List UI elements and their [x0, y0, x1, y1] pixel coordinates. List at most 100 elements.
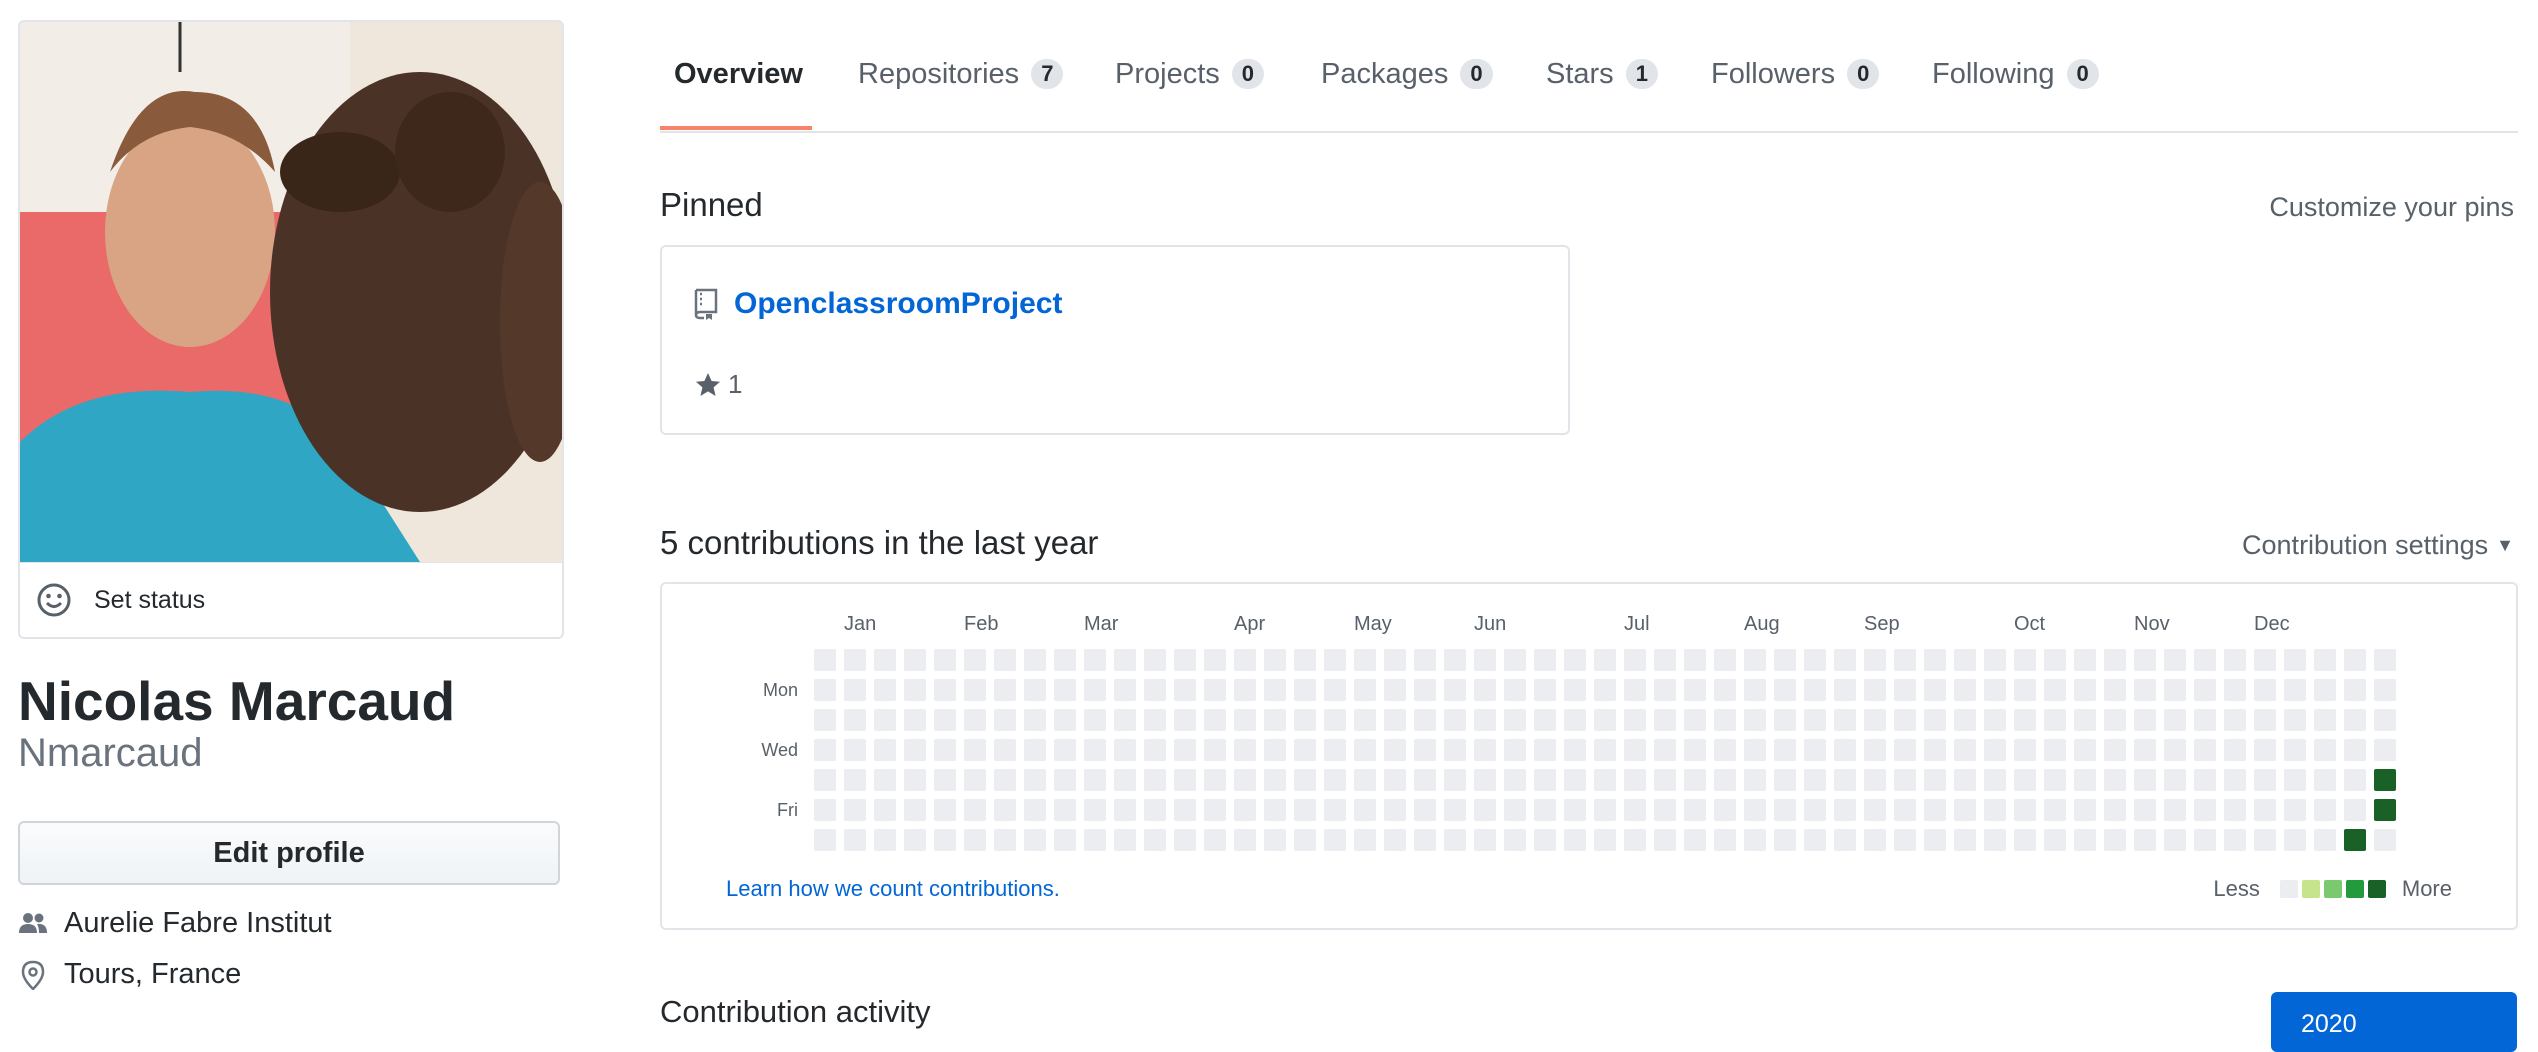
contribution-day[interactable]: [1294, 769, 1316, 791]
pinned-repo-stars[interactable]: 1: [694, 369, 742, 400]
contribution-day[interactable]: [1384, 739, 1406, 761]
set-status-button[interactable]: Set status: [20, 562, 562, 637]
contribution-day[interactable]: [1294, 799, 1316, 821]
contribution-day[interactable]: [1654, 739, 1676, 761]
contribution-day[interactable]: [2254, 709, 2276, 731]
contribution-day[interactable]: [1444, 829, 1466, 851]
contribution-day[interactable]: [1864, 829, 1886, 851]
contribution-day[interactable]: [1894, 709, 1916, 731]
contribution-day[interactable]: [1984, 709, 2006, 731]
contribution-day[interactable]: [2344, 649, 2366, 671]
contribution-day[interactable]: [2374, 739, 2396, 761]
contribution-day[interactable]: [844, 739, 866, 761]
contribution-day[interactable]: [1774, 829, 1796, 851]
edit-profile-button[interactable]: Edit profile: [18, 821, 560, 885]
contribution-day[interactable]: [2374, 679, 2396, 701]
contribution-day[interactable]: [1264, 799, 1286, 821]
contribution-day[interactable]: [1534, 709, 1556, 731]
contribution-day[interactable]: [904, 739, 926, 761]
contribution-day[interactable]: [994, 829, 1016, 851]
contribution-day[interactable]: [1864, 679, 1886, 701]
contribution-day[interactable]: [2074, 649, 2096, 671]
contribution-day-active[interactable]: [2374, 769, 2396, 791]
contribution-day[interactable]: [1234, 709, 1256, 731]
contribution-day[interactable]: [2014, 739, 2036, 761]
contribution-day[interactable]: [1744, 709, 1766, 731]
contribution-day[interactable]: [1504, 799, 1526, 821]
contribution-day[interactable]: [2104, 679, 2126, 701]
contribution-day[interactable]: [1234, 799, 1256, 821]
contribution-day[interactable]: [1324, 709, 1346, 731]
contribution-day[interactable]: [994, 799, 1016, 821]
contribution-day[interactable]: [1624, 709, 1646, 731]
contribution-day[interactable]: [2314, 649, 2336, 671]
contribution-day[interactable]: [1744, 769, 1766, 791]
contribution-day[interactable]: [1054, 799, 1076, 821]
contribution-day[interactable]: [1324, 679, 1346, 701]
contribution-day[interactable]: [874, 799, 896, 821]
contribution-day[interactable]: [1924, 649, 1946, 671]
contribution-day[interactable]: [1354, 679, 1376, 701]
contribution-day[interactable]: [2344, 769, 2366, 791]
contribution-day[interactable]: [1234, 769, 1256, 791]
contribution-day[interactable]: [1204, 679, 1226, 701]
contribution-day[interactable]: [2014, 649, 2036, 671]
contribution-day[interactable]: [2104, 799, 2126, 821]
tab-packages[interactable]: Packages 0: [1321, 54, 1493, 94]
contribution-day[interactable]: [874, 829, 896, 851]
tab-stars[interactable]: Stars 1: [1546, 54, 1658, 94]
contribution-day[interactable]: [2314, 829, 2336, 851]
contribution-day[interactable]: [1174, 709, 1196, 731]
contribution-day[interactable]: [1264, 829, 1286, 851]
contribution-day[interactable]: [1024, 799, 1046, 821]
contribution-day[interactable]: [1324, 799, 1346, 821]
contribution-day[interactable]: [2374, 829, 2396, 851]
contribution-day[interactable]: [2134, 649, 2156, 671]
contribution-day[interactable]: [844, 829, 866, 851]
contribution-day[interactable]: [2104, 649, 2126, 671]
contribution-day-active[interactable]: [2344, 829, 2366, 851]
contribution-day[interactable]: [1684, 709, 1706, 731]
contribution-day[interactable]: [1564, 709, 1586, 731]
contribution-day[interactable]: [2314, 739, 2336, 761]
contribution-day[interactable]: [1414, 709, 1436, 731]
contribution-day[interactable]: [2284, 829, 2306, 851]
contribution-day[interactable]: [1954, 769, 1976, 791]
contribution-day[interactable]: [1504, 709, 1526, 731]
contribution-day[interactable]: [1714, 739, 1736, 761]
contribution-day[interactable]: [2254, 739, 2276, 761]
contribution-day[interactable]: [1684, 679, 1706, 701]
contribution-day[interactable]: [1534, 769, 1556, 791]
contribution-day[interactable]: [1504, 769, 1526, 791]
contribution-day[interactable]: [964, 799, 986, 821]
contribution-day[interactable]: [1804, 769, 1826, 791]
contribution-day[interactable]: [2284, 709, 2306, 731]
tab-projects[interactable]: Projects 0: [1115, 54, 1265, 94]
contribution-day[interactable]: [1594, 679, 1616, 701]
contribution-day[interactable]: [934, 829, 956, 851]
contribution-day[interactable]: [1174, 739, 1196, 761]
contribution-day[interactable]: [874, 649, 896, 671]
contribution-day[interactable]: [2104, 739, 2126, 761]
contribution-day[interactable]: [1594, 829, 1616, 851]
contribution-day[interactable]: [1204, 649, 1226, 671]
contribution-day[interactable]: [1774, 739, 1796, 761]
contribution-day[interactable]: [994, 709, 1016, 731]
tab-overview[interactable]: Overview: [674, 54, 803, 94]
contribution-day[interactable]: [2014, 679, 2036, 701]
contribution-day[interactable]: [1924, 769, 1946, 791]
contribution-day[interactable]: [2314, 799, 2336, 821]
contribution-day[interactable]: [2284, 739, 2306, 761]
contribution-day[interactable]: [1144, 649, 1166, 671]
contribution-day[interactable]: [1594, 739, 1616, 761]
contribution-day[interactable]: [1024, 829, 1046, 851]
contribution-day[interactable]: [1534, 829, 1556, 851]
contribution-day[interactable]: [1894, 769, 1916, 791]
contribution-day[interactable]: [1804, 679, 1826, 701]
contribution-day[interactable]: [994, 649, 1016, 671]
contribution-day[interactable]: [1324, 769, 1346, 791]
contribution-day[interactable]: [1834, 649, 1856, 671]
contribution-day[interactable]: [1054, 829, 1076, 851]
contribution-day[interactable]: [1084, 649, 1106, 671]
contribution-day[interactable]: [1054, 769, 1076, 791]
